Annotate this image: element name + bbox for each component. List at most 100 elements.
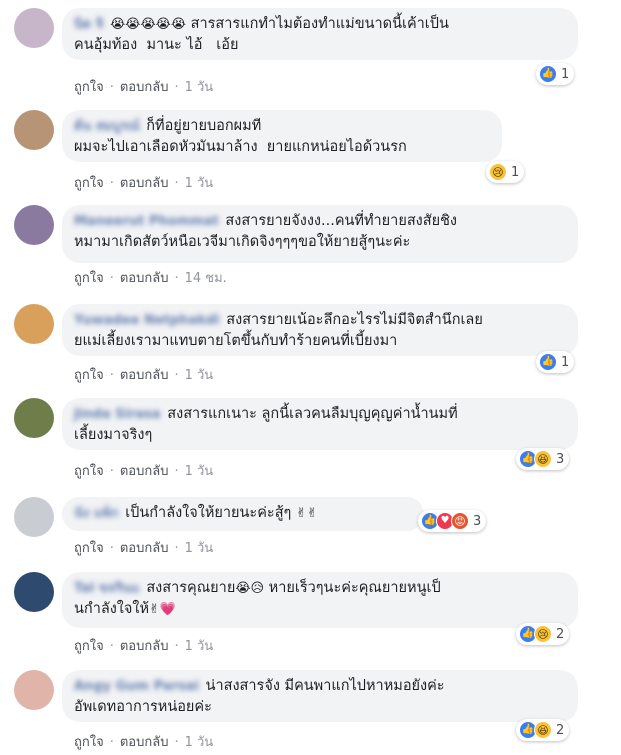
avatar[interactable]: [14, 304, 54, 344]
separator: ·: [109, 464, 114, 479]
like-link[interactable]: ถูกใจ: [74, 537, 104, 558]
reaction-count: 3: [556, 451, 565, 467]
comment-actions: ถูกใจ · ตอบกลับ · 1 วัน: [74, 731, 213, 752]
comment-time[interactable]: 1 วัน: [185, 635, 214, 656]
haha-reaction-icon: 😆: [534, 450, 552, 468]
reply-link[interactable]: ตอบกลับ: [120, 364, 169, 385]
like-link[interactable]: ถูกใจ: [74, 460, 104, 481]
reaction-summary[interactable]: 👍 😆 2: [516, 719, 570, 741]
emoji: ✌✌: [295, 506, 318, 521]
avatar[interactable]: [14, 670, 54, 710]
comment-actions: ถูกใจ · ตอบกลับ · 1 วัน: [74, 537, 213, 558]
separator: ·: [109, 639, 114, 654]
comment-actions: ถูกใจ · ตอบกลับ · 1 วัน: [74, 364, 213, 385]
comment-text: ผมจะไปเอาเลือดหัวมันมาล้าง ยายแกหน่อยไอด…: [74, 139, 407, 155]
commenter-name[interactable]: นัง แพ็ก: [74, 503, 119, 524]
comment-text: คนอุ้มท้อง มานะ ไอ้ เอ้ย: [74, 37, 239, 53]
like-reaction-icon: 👍: [539, 65, 557, 83]
comment-text: สารสารแกทำไมต้องทำแม่ขนาดนี้เค้าเป็น: [190, 16, 449, 32]
separator: ·: [174, 271, 179, 286]
comment-time[interactable]: 1 วัน: [185, 76, 214, 97]
separator: ·: [109, 80, 114, 95]
comment-bubble: Angy Gum Parsai น่าสงสารจัง มีคนพาแกไปหา…: [62, 670, 578, 722]
separator: ·: [174, 80, 179, 95]
separator: ·: [109, 541, 114, 556]
commenter-name[interactable]: Yuwadee Netphakdi: [74, 310, 220, 331]
reply-link[interactable]: ตอบกลับ: [120, 635, 169, 656]
like-link[interactable]: ถูกใจ: [74, 731, 104, 752]
reaction-summary[interactable]: 👍 1: [536, 63, 575, 85]
commenter-name[interactable]: Maneerut Phommat: [74, 211, 219, 232]
comment-text: หมามาเกิดสัตว์หนือเวจีมาเกิดจิงๆๆๆขอให้ย…: [74, 234, 411, 250]
reaction-summary[interactable]: 👍 ♥ 😡 3: [418, 510, 487, 532]
commenter-name[interactable]: Jinda Sirasa: [74, 404, 161, 425]
reply-link[interactable]: ตอบกลับ: [120, 731, 169, 752]
comment-text: เลี้ยงมาจริงๆ: [74, 427, 153, 443]
reaction-summary[interactable]: 👍 1: [536, 351, 575, 373]
reaction-count: 1: [511, 164, 520, 180]
commenter-name[interactable]: นิด จิ: [74, 14, 103, 35]
reaction-count: 3: [473, 513, 482, 529]
sad-reaction-icon: 😢: [489, 163, 507, 181]
comment-actions: ถูกใจ · ตอบกลับ · 1 วัน: [74, 172, 213, 193]
like-link[interactable]: ถูกใจ: [74, 76, 104, 97]
reaction-count: 1: [561, 354, 570, 370]
emoji: ✌💗: [149, 602, 177, 617]
comment-text: ก็ที่อยู่ยายบอกผมที: [146, 118, 262, 134]
like-link[interactable]: ถูกใจ: [74, 635, 104, 656]
reaction-summary[interactable]: 👍 😆 3: [516, 448, 570, 470]
separator: ·: [109, 368, 114, 383]
comment-bubble: Jinda Sirasa สงสารแกเนาะ ลูกนี้เลวคนลืมบ…: [62, 398, 578, 450]
comment-text: สงสารยายจังงง...คนที่ทำยายสงสัยชิง: [225, 213, 458, 229]
commenter-name[interactable]: Angy Gum Parsai: [74, 676, 199, 697]
separator: ·: [174, 464, 179, 479]
emoji: 😭😥: [235, 581, 265, 596]
separator: ·: [174, 176, 179, 191]
reply-link[interactable]: ตอบกลับ: [120, 172, 169, 193]
angry-reaction-icon: 😡: [451, 512, 469, 530]
avatar[interactable]: [14, 398, 54, 438]
haha-reaction-icon: 😆: [534, 721, 552, 739]
comment-actions: ถูกใจ · ตอบกลับ · 14 ชม.: [74, 267, 227, 288]
like-link[interactable]: ถูกใจ: [74, 267, 104, 288]
separator: ·: [174, 368, 179, 383]
comment-text: อัพเดทอาการหน่อยค่ะ: [74, 699, 212, 715]
comment-bubble: ต้น สมบูรณ์ ก็ที่อยู่ยายบอกผมที ผมจะไปเอ…: [62, 110, 502, 162]
reply-link[interactable]: ตอบกลับ: [120, 267, 169, 288]
comment-time[interactable]: 1 วัน: [185, 537, 214, 558]
avatar[interactable]: [14, 205, 54, 245]
emoji: 😭😭😭😭😭: [110, 17, 187, 32]
comment-text: สงสารยายเน้อะลึกอะไรรไม่มีจิตสำนึกเลย: [226, 312, 483, 328]
comment-time[interactable]: 1 วัน: [185, 731, 214, 752]
comment-bubble: Yuwadee Netphakdi สงสารยายเน้อะลึกอะไรรไ…: [62, 304, 578, 356]
reaction-count: 2: [556, 626, 565, 642]
separator: ·: [174, 735, 179, 750]
reply-link[interactable]: ตอบกลับ: [120, 537, 169, 558]
comment-text: เป็นกำลังใจให้ยายนะค่ะสู้ๆ: [125, 505, 292, 521]
comment-text: น่าสงสารจัง มีคนพาแกไปหาหมอยังค่ะ: [205, 678, 445, 694]
comment-time[interactable]: 1 วัน: [185, 364, 214, 385]
reply-link[interactable]: ตอบกลับ: [120, 76, 169, 97]
avatar[interactable]: [14, 572, 54, 612]
reaction-count: 2: [556, 722, 565, 738]
reaction-summary[interactable]: 😢 1: [486, 161, 525, 183]
comment-text: สงสารแกเนาะ ลูกนี้เลวคนลืมบุญคุญค่าน้ำนม…: [167, 406, 458, 422]
comment-bubble: Tal ขจรินแ สงสารคุณยาย😭😥 หายเร็วๆนะค่ะคุ…: [62, 572, 578, 628]
avatar[interactable]: [14, 110, 54, 150]
reaction-summary[interactable]: 👍 😢 2: [516, 623, 570, 645]
reply-link[interactable]: ตอบกลับ: [120, 460, 169, 481]
separator: ·: [174, 639, 179, 654]
comment-bubble: Maneerut Phommat สงสารยายจังงง...คนที่ทำ…: [62, 205, 578, 263]
comment-time[interactable]: 14 ชม.: [185, 267, 227, 288]
comment-time[interactable]: 1 วัน: [185, 460, 214, 481]
avatar[interactable]: [14, 8, 54, 48]
commenter-name[interactable]: ต้น สมบูรณ์: [74, 116, 140, 137]
like-link[interactable]: ถูกใจ: [74, 172, 104, 193]
avatar[interactable]: [14, 497, 54, 537]
comment-time[interactable]: 1 วัน: [185, 172, 214, 193]
commenter-name[interactable]: Tal ขจรินแ: [74, 578, 140, 599]
separator: ·: [109, 271, 114, 286]
like-link[interactable]: ถูกใจ: [74, 364, 104, 385]
comment-text: ยแม่เลี้ยงเรามาแทบตายโตขึ้นกับทำร้ายคนที…: [74, 333, 398, 349]
comment-text: สงสารคุณยาย: [146, 580, 236, 596]
